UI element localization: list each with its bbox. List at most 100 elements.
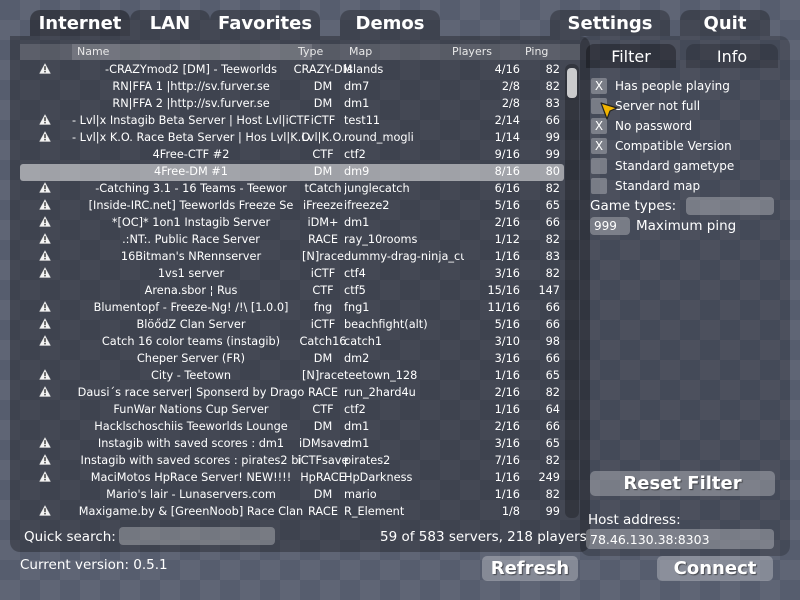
server-row[interactable]: Instagib with saved scores : pirates2 bi…: [20, 453, 564, 470]
server-name: BlöődZ Clan Server: [136, 318, 246, 331]
server-ping: 82: [545, 80, 560, 93]
server-ping: 65: [545, 369, 560, 382]
server-row[interactable]: BlöődZ Clan Server iCTF beachfight(alt) 5/1…: [20, 317, 564, 334]
server-ping: 147: [538, 284, 560, 297]
server-row[interactable]: .:NT:. Public Race Server RACE ray_10rooms…: [20, 232, 564, 249]
scrollbar-thumb[interactable]: [567, 68, 577, 98]
server-row[interactable]: Dausi´s race server| Sponserd by Drago RA…: [20, 385, 564, 402]
checkbox-has-people-playing[interactable]: X: [591, 78, 607, 94]
filter-standard-map[interactable]: Standard map: [591, 178, 700, 194]
tab-quit[interactable]: Quit: [680, 10, 770, 36]
server-row[interactable]: Catch 16 color teams (instagib) Catch16 ca…: [20, 334, 564, 351]
server-players: 2/8: [501, 97, 520, 110]
warning-icon: [39, 369, 55, 383]
server-list-header: Name Type Map Players Ping: [20, 44, 580, 60]
refresh-button[interactable]: Refresh: [482, 556, 578, 581]
filter-label: Server not full: [615, 99, 701, 113]
tab-demos[interactable]: Demos: [340, 10, 440, 36]
server-ping: 66: [545, 301, 560, 314]
server-row[interactable]: - Lvl|x K.O. Race Beta Server | Hos Lvl|…: [20, 130, 564, 147]
server-name: Cheper Server (FR): [136, 352, 246, 365]
header-type[interactable]: Type: [298, 45, 323, 58]
quick-search-input[interactable]: [119, 527, 275, 545]
server-name: - Lvl|x K.O. Race Beta Server | Hos Lvl|…: [72, 131, 310, 144]
header-map[interactable]: Map: [349, 45, 372, 58]
server-ping: 83: [545, 250, 560, 263]
server-row[interactable]: [Inside-IRC.net] Teeworlds Freeze Se iFre…: [20, 198, 564, 215]
game-types-input[interactable]: [686, 197, 774, 215]
server-row[interactable]: 4Free-CTF #2 CTF ctf2 9/16 99: [20, 147, 564, 164]
filter-has-people-playing[interactable]: X Has people playing: [591, 78, 730, 94]
filter-standard-gametype[interactable]: Standard gametype: [591, 158, 734, 174]
icon-slot: [39, 488, 55, 502]
tab-settings[interactable]: Settings: [550, 10, 670, 36]
server-row[interactable]: Arena.sbor ¦ Rus CTF ctf5 15/16 147: [20, 283, 564, 300]
server-name: 4Free-CTF #2: [152, 148, 230, 161]
filter-label: Compatible Version: [615, 139, 732, 153]
server-row[interactable]: - Lvl|x Instagib Beta Server | Host Lvl|…: [20, 113, 564, 130]
connect-button[interactable]: Connect: [657, 556, 773, 581]
tab-lan[interactable]: LAN: [130, 10, 210, 36]
server-row[interactable]: Instagib with saved scores : dm1 iDMsave d…: [20, 436, 564, 453]
warning-icon: [39, 318, 55, 332]
server-row[interactable]: 1vs1 server iCTF ctf4 3/16 82: [20, 266, 564, 283]
server-players: 1/16: [494, 250, 520, 263]
filter-label: Standard gametype: [615, 159, 735, 173]
server-count: 59 of 583 servers, 218 players: [380, 529, 587, 545]
server-ping: 82: [545, 267, 560, 280]
server-name: Dausi´s race server| Sponserd by Drago: [77, 386, 305, 399]
reset-filter-button[interactable]: Reset Filter: [590, 471, 775, 496]
checkbox-standard-map[interactable]: [591, 178, 607, 194]
server-row[interactable]: 16Bitman's NRennserver [N]race dummy-drag-…: [20, 249, 564, 266]
server-name: Blumentopf - Freeze-Ng! /!\ [1.0.0]: [93, 301, 289, 314]
max-ping-input[interactable]: [590, 217, 630, 235]
server-name: Mario's lair - Lunaservers.com: [106, 488, 276, 501]
host-address-input[interactable]: [586, 529, 774, 549]
server-players: 2/16: [494, 420, 520, 433]
server-row[interactable]: Hacklschoschiis Teeworlds Lounge DM dm1 2/1…: [20, 419, 564, 436]
server-row[interactable]: Maxigame.by & [GreenNoob] Race Clan RACE R…: [20, 504, 564, 520]
header-players[interactable]: Players: [452, 45, 492, 58]
server-list-scrollbar[interactable]: [565, 64, 579, 518]
server-row[interactable]: -CRAZYmod2 [DM] - Teeworlds CRAZY-DM islan…: [20, 62, 564, 79]
server-players: 3/16: [494, 437, 520, 450]
server-name: 1vs1 server: [157, 267, 225, 280]
server-row[interactable]: *[OC]* 1on1 Instagib Server iDM+ dm1 2/16 66: [20, 215, 564, 232]
server-row[interactable]: MaciMotos HpRace Server! NEW!!!! HpRACE Hp…: [20, 470, 564, 487]
server-row[interactable]: FunWar Nations Cup Server CTF ctf2 1/16 64: [20, 402, 564, 419]
server-row[interactable]: Cheper Server (FR) DM dm2 3/16 66: [20, 351, 564, 368]
mouse-cursor-icon: [600, 102, 618, 120]
filter-compatible-version[interactable]: X Compatible Version: [591, 138, 732, 154]
checkbox-standard-gametype[interactable]: [591, 158, 607, 174]
server-name: Catch 16 color teams (instagib): [101, 335, 281, 348]
server-row[interactable]: Blumentopf - Freeze-Ng! /!\ [1.0.0] fng fn…: [20, 300, 564, 317]
checkbox-compatible-version[interactable]: X: [591, 138, 607, 154]
server-row[interactable]: -Catching 3.1 - 16 Teams - Teewor tCatch j…: [20, 181, 564, 198]
header-ping[interactable]: Ping: [525, 45, 548, 58]
host-address-label: Host address:: [588, 512, 681, 528]
server-name: [Inside-IRC.net] Teeworlds Freeze Se: [88, 199, 294, 212]
tab-filter[interactable]: Filter: [586, 44, 676, 68]
server-players: 2/8: [501, 80, 520, 93]
server-ping: 65: [545, 437, 560, 450]
server-name: *[OC]* 1on1 Instagib Server: [111, 216, 271, 229]
warning-icon: [39, 386, 55, 400]
warning-icon: [39, 454, 55, 468]
server-row[interactable]: 4Free-DM #1 DM dm9 8/16 80: [20, 164, 564, 181]
server-name: RN|FFA 1 |http://sv.furver.se: [112, 80, 270, 93]
tab-info[interactable]: Info: [686, 44, 778, 68]
header-name[interactable]: Name: [77, 45, 109, 58]
server-row[interactable]: RN|FFA 2 |http://sv.furver.se DM dm1 2/8 83: [20, 96, 564, 113]
server-players: 2/16: [494, 386, 520, 399]
warning-icon: [39, 335, 55, 349]
tab-favorites[interactable]: Favorites: [210, 10, 320, 36]
server-row[interactable]: City - Teetown [N]race teetown_128 1/16 65: [20, 368, 564, 385]
warning-icon: [39, 63, 55, 77]
server-players: 6/16: [494, 182, 520, 195]
warning-icon: [39, 114, 55, 128]
server-name: Instagib with saved scores : pirates2 bi: [80, 454, 302, 467]
server-row[interactable]: RN|FFA 1 |http://sv.furver.se DM dm7 2/8 82: [20, 79, 564, 96]
icon-slot: [39, 165, 55, 179]
server-row[interactable]: Mario's lair - Lunaservers.com DM mario 1/1…: [20, 487, 564, 504]
tab-internet[interactable]: Internet: [30, 10, 130, 36]
